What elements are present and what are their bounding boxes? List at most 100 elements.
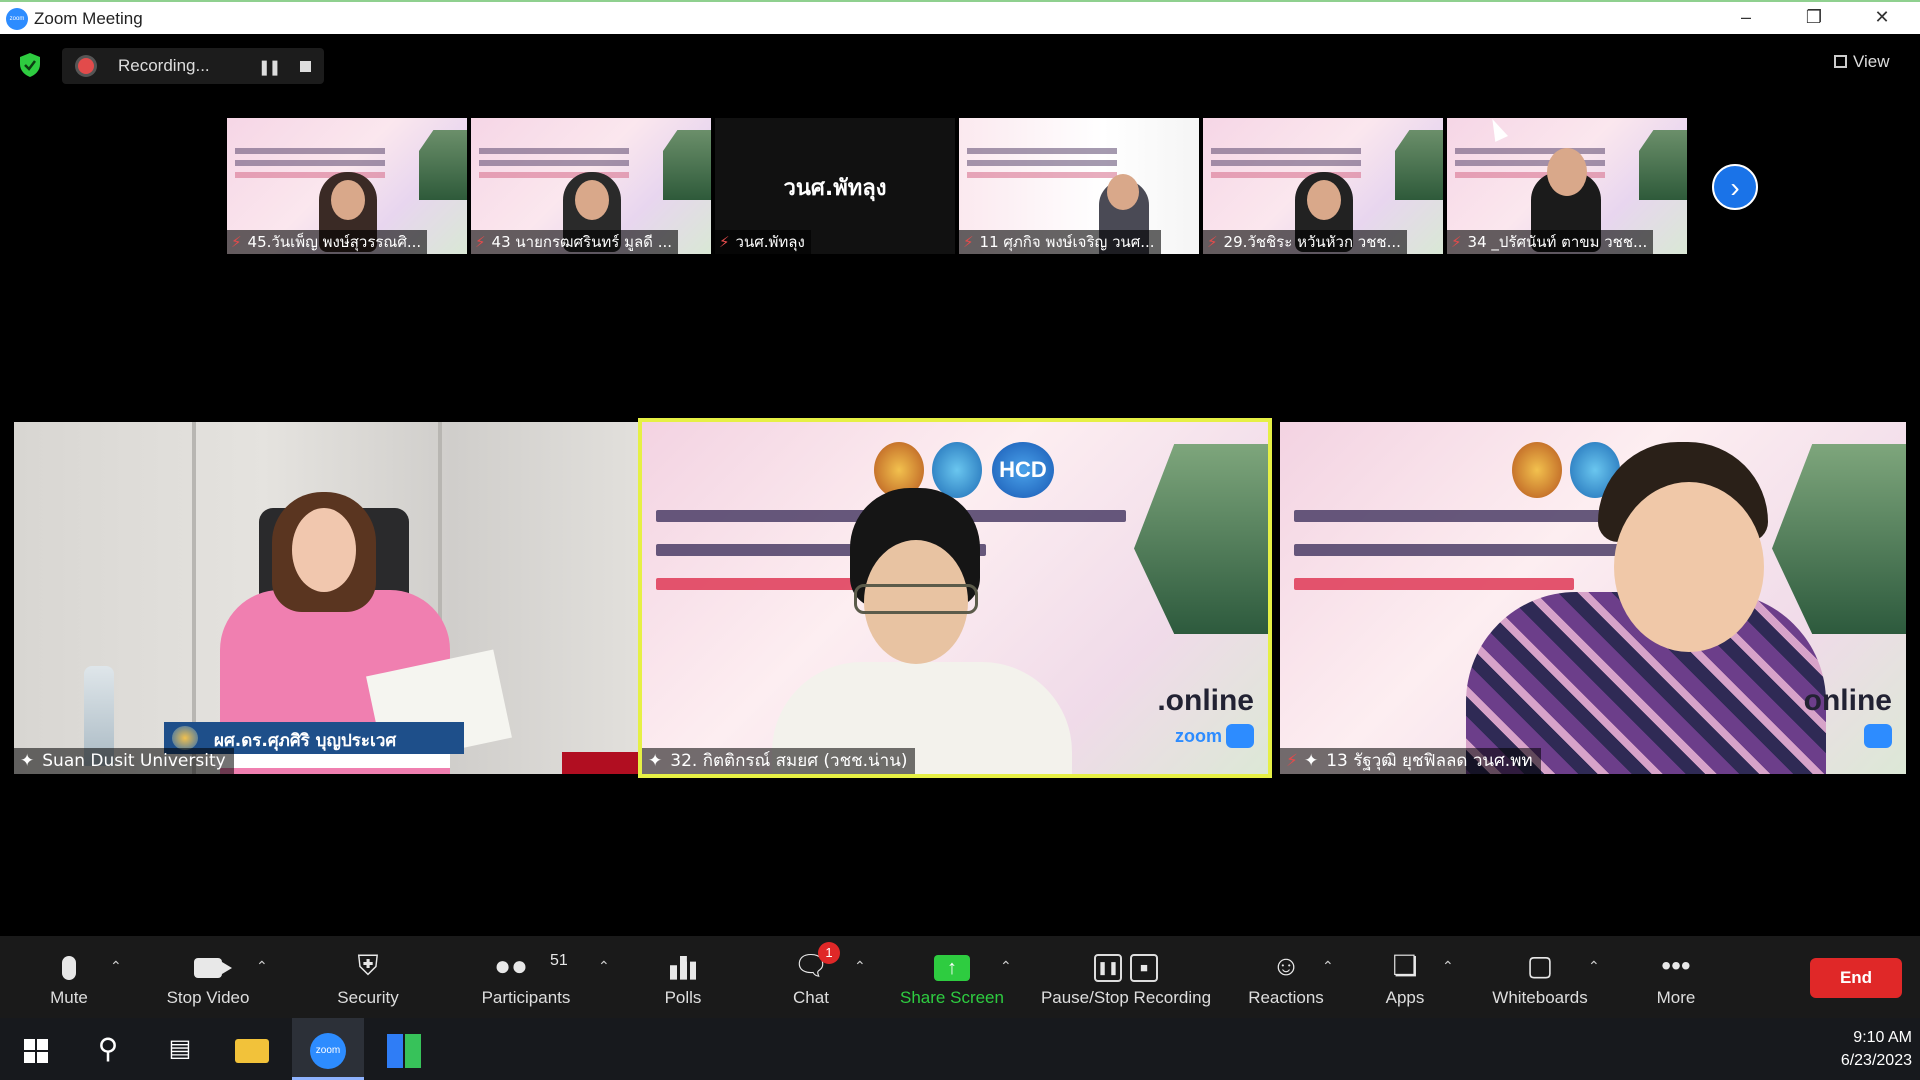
- mic-muted-icon: ⚡: [1286, 751, 1298, 771]
- video-tile[interactable]: online ⚡ ✦ 13 รัฐวุฒิ ยุชฟิลลด วนศ.พท: [1280, 422, 1906, 774]
- ministry-seal-icon: [1512, 442, 1562, 498]
- grid-icon: [1834, 55, 1847, 68]
- whiteboards-button[interactable]: ▢ Whiteboards: [1486, 936, 1594, 1018]
- participants-options-chevron-icon[interactable]: ⌃: [598, 958, 610, 975]
- chat-button[interactable]: 🗨 1 Chat: [780, 936, 842, 1018]
- reactions-label: Reactions: [1248, 988, 1324, 1007]
- zoom-camera-icon: [1864, 724, 1892, 748]
- search-icon[interactable]: ⚲: [72, 1018, 144, 1080]
- slide-subtitle-line: [1294, 578, 1574, 590]
- lower-third-subtitle: [214, 754, 450, 768]
- reactions-options-chevron-icon[interactable]: ⌃: [1322, 958, 1334, 975]
- participant-face: [331, 180, 365, 220]
- view-button[interactable]: View: [1834, 52, 1890, 72]
- whiteboards-options-chevron-icon[interactable]: ⌃: [1588, 958, 1600, 975]
- participant-name-bar: ⚡ วนศ.พัทลุง: [715, 230, 811, 254]
- thumbnail-banner: [479, 148, 629, 154]
- next-page-arrow-icon[interactable]: ›: [1712, 164, 1758, 210]
- participant-face: [1307, 180, 1341, 220]
- apps-options-chevron-icon[interactable]: ⌃: [1442, 958, 1454, 975]
- participant-face: [1614, 482, 1764, 652]
- stop-recording-icon[interactable]: [300, 61, 311, 72]
- end-meeting-button[interactable]: End: [1810, 958, 1902, 998]
- mic-muted-icon: ⚡: [475, 233, 486, 251]
- windows-start-button[interactable]: [0, 1018, 72, 1080]
- whiteboard-icon: ▢: [1526, 950, 1554, 981]
- mic-muted-icon: ⚡: [719, 233, 730, 251]
- participant-name-bar: ⚡ ✦ 13 รัฐวุฒิ ยุชฟิลลด วนศ.พท: [1280, 748, 1541, 774]
- thumbnail-building: [1639, 130, 1687, 200]
- share-screen-arrow-icon: ↑: [894, 948, 1010, 984]
- participant-thumbnail[interactable]: ⚡ 43 นายกรฒศรินทร์ มูลดี ...: [471, 118, 711, 254]
- recording-indicator: Recording... ❚❚: [62, 48, 324, 84]
- participant-thumbnail[interactable]: ⚡ 34 _ปรัศนันท์ ตาขม วชช...: [1447, 118, 1687, 254]
- pause-stop-icon: ❚❚ ■: [1034, 948, 1218, 984]
- apps-label: Apps: [1385, 988, 1425, 1007]
- participant-name: 13 รัฐวุฒิ ยุชฟิลลด วนศ.พท: [1326, 751, 1533, 771]
- video-tile-active-speaker[interactable]: HCD .online zoom ✦ 32. กิตติกรณ์ สมยศ (วช…: [638, 418, 1272, 778]
- security-shield-icon: ⛨: [357, 950, 379, 981]
- pause-stop-recording-label: Pause/Stop Recording: [1040, 988, 1212, 1007]
- thumbnail-banner: [967, 148, 1117, 154]
- participant-thumbnail[interactable]: ⚡ 11 ศุภกิจ พงษ์เจริญ วนศ...: [959, 118, 1199, 254]
- video-tile[interactable]: ผศ.ดร.ศุภศิริ บุญประเวศ ✦ Suan Dusit Univ…: [14, 422, 640, 774]
- thumbnail-banner: [235, 148, 385, 154]
- university-logo-icon: [172, 726, 198, 750]
- participant-name: 11 ศุภกิจ พงษ์เจริญ วนศ...: [979, 233, 1155, 251]
- reactions-button[interactable]: ☺ Reactions: [1240, 936, 1332, 1018]
- security-shield-icon[interactable]: [18, 52, 42, 78]
- share-options-chevron-icon[interactable]: ⌃: [1000, 958, 1012, 975]
- windows-logo-icon: [24, 1038, 48, 1063]
- participants-button[interactable]: ●● 51 Participants: [474, 936, 578, 1018]
- minimize-button[interactable]: –: [1716, 2, 1776, 34]
- meeting-toolbar: Mute ⌃ Stop Video ⌃ ⛨ Security ●● 51 Par…: [0, 936, 1920, 1018]
- more-label: More: [1656, 988, 1696, 1007]
- pause-recording-icon[interactable]: ❚❚: [258, 58, 281, 76]
- stop-video-button[interactable]: Stop Video: [156, 936, 260, 1018]
- participant-name-bar: ⚡ 45.วันเพ็ญ พงษ์สุวรรณศิ...: [227, 230, 428, 254]
- pin-icon: ✦: [1303, 751, 1319, 771]
- participant-name: 29.วัชชิระ หวันหัวก วชช...: [1223, 233, 1401, 251]
- polls-button[interactable]: Polls: [652, 936, 714, 1018]
- participant-count: 51: [550, 952, 568, 969]
- zoom-taskbar-icon[interactable]: zoom: [292, 1018, 364, 1080]
- participant-thumbnail[interactable]: ⚡ 29.วัชชิระ หวันหัวก วชช...: [1203, 118, 1443, 254]
- stop-video-label: Stop Video: [166, 988, 250, 1007]
- audio-options-chevron-icon[interactable]: ⌃: [110, 958, 122, 975]
- clock-date: 6/23/2023: [1840, 1052, 1912, 1069]
- slide-title-line: [1294, 544, 1624, 556]
- microsoft-store-icon[interactable]: [368, 1018, 440, 1080]
- recording-label: Recording...: [118, 56, 210, 75]
- zoom-logo-icon: zoom: [1175, 726, 1222, 746]
- chat-options-chevron-icon[interactable]: ⌃: [854, 958, 866, 975]
- building-image: [1772, 444, 1906, 634]
- chat-unread-badge: 1: [818, 942, 840, 964]
- participant-face: [575, 180, 609, 220]
- mic-muted-icon: ⚡: [1451, 233, 1462, 251]
- participant-thumbnail[interactable]: ⚡ 45.วันเพ็ญ พงษ์สุวรรณศิ...: [227, 118, 467, 254]
- participant-name-bar: ⚡ 11 ศุภกิจ พงษ์เจริญ วนศ...: [959, 230, 1161, 254]
- thumbnail-building: [1395, 130, 1443, 200]
- more-button[interactable]: ••• More: [1646, 936, 1706, 1018]
- system-clock[interactable]: 9:10 AM 6/23/2023: [1820, 1026, 1912, 1072]
- share-screen-button[interactable]: ↑ Share Screen: [894, 936, 1010, 1018]
- video-options-chevron-icon[interactable]: ⌃: [256, 958, 268, 975]
- microphone-icon: [30, 948, 108, 984]
- polls-label: Polls: [664, 988, 702, 1007]
- hcd-logo-icon: HCD: [992, 442, 1054, 498]
- maximize-button[interactable]: ❐: [1784, 2, 1844, 34]
- pause-stop-recording-button[interactable]: ❚❚ ■ Pause/Stop Recording: [1034, 936, 1218, 1018]
- apps-button[interactable]: ❏ Apps: [1374, 936, 1436, 1018]
- zoom-app-icon: zoom: [6, 8, 28, 30]
- red-panel: [562, 752, 640, 774]
- close-button[interactable]: ✕: [1852, 2, 1912, 34]
- pin-icon: ✦: [648, 751, 663, 771]
- participant-name-bar: ⚡ 29.วัชชิระ หวันหัวก วชช...: [1203, 230, 1407, 254]
- file-explorer-icon[interactable]: [216, 1018, 288, 1080]
- participant-thumbnail[interactable]: วนศ.พัทลุง ⚡ วนศ.พัทลุง: [715, 118, 955, 254]
- task-view-icon[interactable]: ▤: [144, 1018, 216, 1080]
- security-button[interactable]: ⛨ Security: [326, 936, 410, 1018]
- mute-button[interactable]: Mute: [30, 936, 108, 1018]
- participant-name: 43 นายกรฒศรินทร์ มูลดี ...: [491, 233, 672, 251]
- clock-time: 9:10 AM: [1853, 1029, 1912, 1046]
